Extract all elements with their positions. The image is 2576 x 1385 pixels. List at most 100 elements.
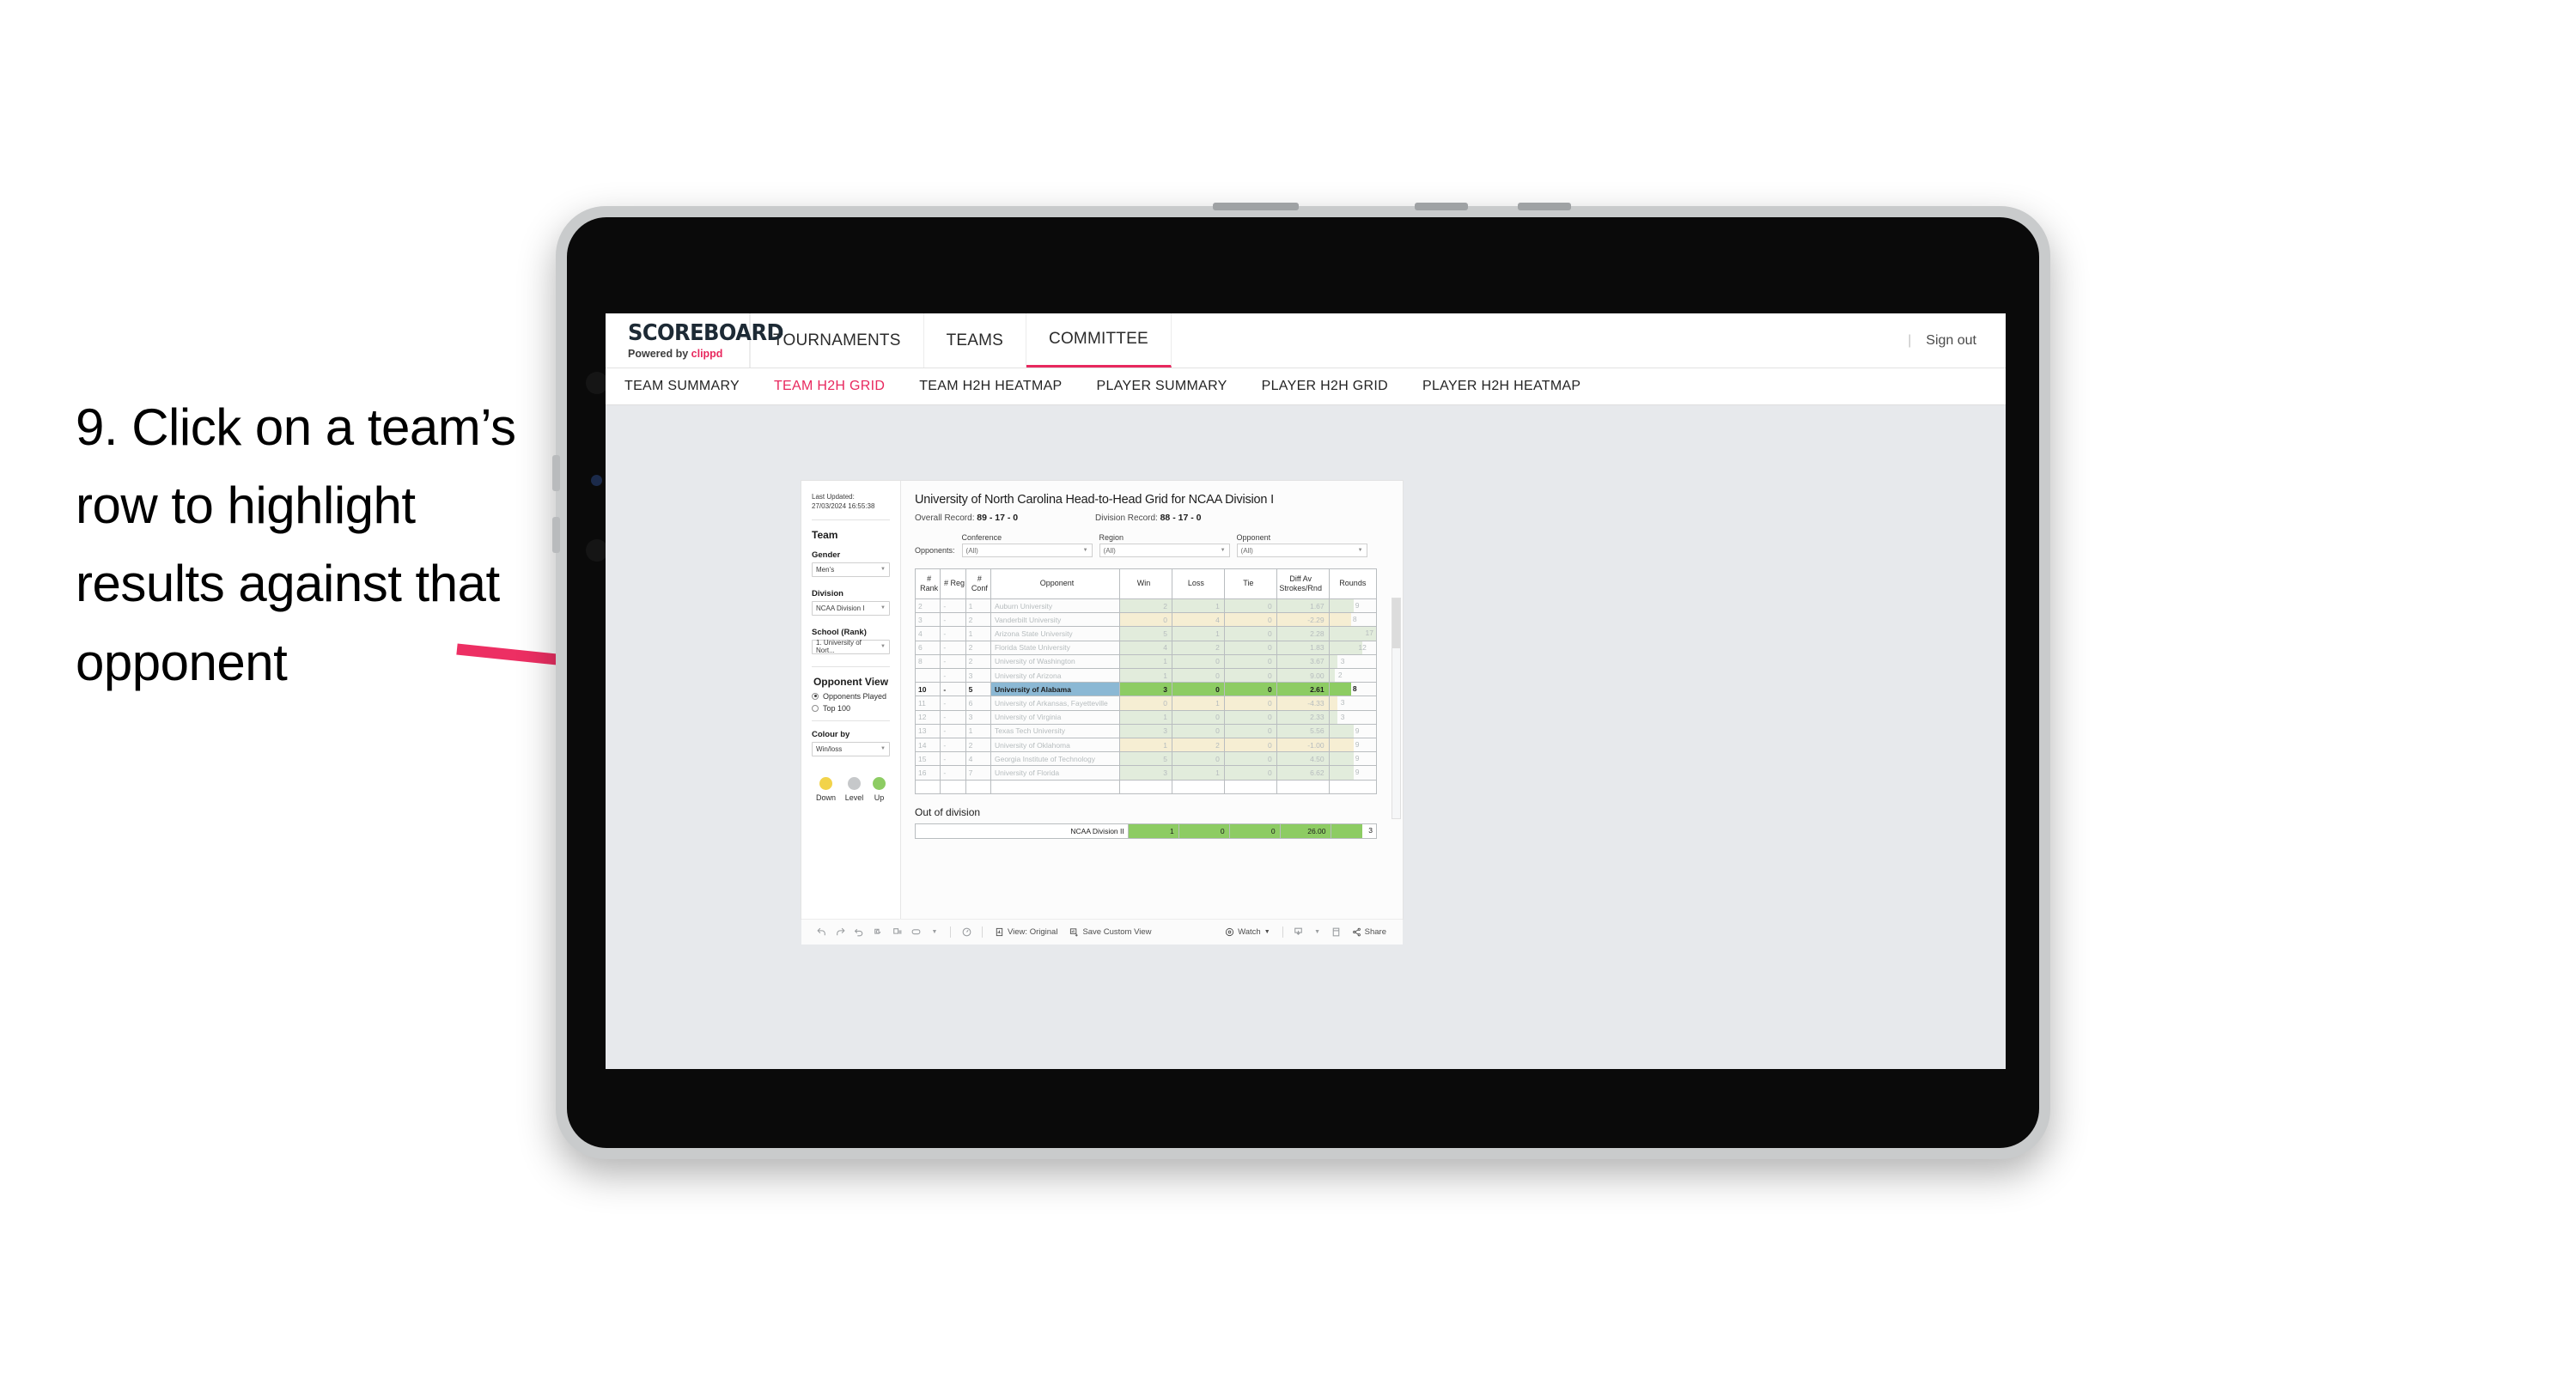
gender-select[interactable]: Men’s ▼ xyxy=(812,562,890,577)
undo-icon[interactable] xyxy=(812,923,831,942)
legend-down-label: Down xyxy=(816,793,837,802)
colour-by-select[interactable]: Win/loss ▼ xyxy=(812,741,890,756)
opponents-label: Opponents: xyxy=(915,546,955,555)
table-row[interactable]: 13-1 Texas Tech University 3 0 0 5.56 9 xyxy=(914,723,1378,739)
watch-button[interactable]: Watch ▼ xyxy=(1219,927,1276,937)
speed-icon[interactable] xyxy=(957,923,976,942)
radio-top-100[interactable]: Top 100 xyxy=(812,704,890,713)
cell-loss: 1 xyxy=(1171,696,1225,711)
divider xyxy=(812,665,890,667)
table-row[interactable]: 11-6 University of Arkansas, Fayetteville… xyxy=(914,696,1378,711)
rounds-value: 9 xyxy=(1355,768,1360,777)
legend-up-label: Up xyxy=(874,793,885,802)
subnav-player-h2h-heatmap[interactable]: PLAYER H2H HEATMAP xyxy=(1422,379,1580,394)
tablet-screen: SCOREBOARD Powered by clippd TOURNAMENTS… xyxy=(606,313,2006,1069)
redo-icon[interactable] xyxy=(831,923,850,942)
cell-tie: 0 xyxy=(1223,738,1277,753)
tablet-bezel: SCOREBOARD Powered by clippd TOURNAMENTS… xyxy=(567,217,2039,1148)
table-row[interactable]: 15-4 Georgia Institute of Technology 5 0 0 4.… xyxy=(914,751,1378,767)
table-row[interactable]: 2-1 Auburn University 2 1 0 1.67 9 xyxy=(914,598,1378,614)
conference-value: (All) xyxy=(965,546,978,555)
cell-loss: 0 xyxy=(1171,668,1225,683)
table-row[interactable]: 12-3 University of Virginia 1 0 0 2.33 3 xyxy=(914,709,1378,725)
tab-teams[interactable]: TEAMS xyxy=(924,313,1027,368)
col-tie[interactable]: Tie xyxy=(1223,568,1277,599)
table-row[interactable]: 3-2 Vanderbilt University 0 4 0 -2.29 8 xyxy=(914,612,1378,628)
school-label: School (Rank) xyxy=(812,627,867,637)
division-select[interactable]: NCAA Division I ▼ xyxy=(812,600,890,616)
col-rounds[interactable]: Rounds xyxy=(1328,568,1378,599)
dashboard-card: Last Updated: 27/03/2024 16:55:38 Team G… xyxy=(801,481,1403,919)
cell-opponent: University of Arizona xyxy=(990,668,1121,683)
col-loss[interactable]: Loss xyxy=(1171,568,1225,599)
cell-loss: 0 xyxy=(1171,653,1225,670)
grid-vertical-scrollbar[interactable] xyxy=(1392,598,1401,819)
table-row[interactable]: 6-2 Florida State University 4 2 0 1.83 12 xyxy=(914,640,1378,655)
cell-tie: 0 xyxy=(1223,709,1277,725)
table-row xyxy=(914,779,1378,794)
cell-rank: 14 xyxy=(914,738,941,753)
col-opponent[interactable]: Opponent xyxy=(990,568,1121,599)
col-win[interactable]: Win xyxy=(1119,568,1172,599)
table-row[interactable]: 16-7 University of Florida 3 1 0 6.62 9 xyxy=(914,765,1378,781)
save-custom-view-button[interactable]: Save Custom View xyxy=(1063,927,1157,937)
conference-select[interactable]: (All) ▼ xyxy=(961,544,1093,557)
opponent-filters: Opponents: Conference (All) ▼ Region (Al… xyxy=(915,533,1389,557)
school-select[interactable]: 1. University of Nort... ▼ xyxy=(812,639,890,654)
opponent-select[interactable]: (All) ▼ xyxy=(1236,544,1367,557)
table-row[interactable]: 8-2 University of Washington 1 0 0 3.67 3 xyxy=(914,653,1378,670)
dropdown-caret-icon[interactable]: ▼ xyxy=(925,923,944,942)
table-row[interactable]: 10-5 University of Alabama 3 0 0 2.61 8 xyxy=(914,682,1378,697)
cell-opponent: University of Washington xyxy=(990,653,1121,670)
view-original-button[interactable]: View: Original xyxy=(989,927,1063,937)
cell-tie: 0 xyxy=(1223,682,1277,697)
tablet-frame: SCOREBOARD Powered by clippd TOURNAMENTS… xyxy=(552,203,2050,1159)
tablet-volume-down-button xyxy=(552,517,560,553)
subnav-team-h2h-heatmap[interactable]: TEAM H2H HEATMAP xyxy=(919,379,1062,394)
table-row[interactable]: -3 University of Arizona 1 0 0 9.00 2 xyxy=(914,668,1378,683)
share-button[interactable]: Share xyxy=(1346,927,1392,937)
cell-reg: - xyxy=(940,765,966,781)
cell-opponent: Texas Tech University xyxy=(990,723,1121,739)
table-row[interactable]: NCAA Division II 1 0 0 26.00 3 xyxy=(915,823,1377,839)
col-diff[interactable]: Diff Av Strokes/Rnd xyxy=(1276,568,1330,599)
radio-opponents-played[interactable]: Opponents Played xyxy=(812,692,890,701)
dashboard-workspace: Last Updated: 27/03/2024 16:55:38 Team G… xyxy=(606,405,2006,1069)
save-view-icon xyxy=(1070,928,1079,937)
rectangle-select-icon[interactable] xyxy=(906,923,925,942)
revert-icon[interactable] xyxy=(850,923,868,942)
table-row[interactable]: 14-2 University of Oklahoma 1 2 0 -1.00 9 xyxy=(914,738,1378,753)
cell-diff: 1.83 xyxy=(1276,640,1330,655)
col-conf[interactable]: # Conf xyxy=(965,568,991,599)
opponent-value: (All) xyxy=(1240,546,1253,555)
gender-label: Gender xyxy=(812,550,841,560)
cell-rank: 10 xyxy=(914,682,941,697)
pause-icon[interactable] xyxy=(887,923,906,942)
opponent-filter: Opponent (All) ▼ xyxy=(1236,533,1367,557)
col-rank[interactable]: # Rank xyxy=(914,568,941,599)
subnav-player-summary[interactable]: PLAYER SUMMARY xyxy=(1097,379,1227,394)
toolbar-divider xyxy=(950,926,951,938)
subnav-team-h2h-grid[interactable]: TEAM H2H GRID xyxy=(774,379,885,394)
subnav-team-summary[interactable]: TEAM SUMMARY xyxy=(624,379,740,394)
fullscreen-icon[interactable] xyxy=(1327,923,1346,942)
cell-rounds: 17 xyxy=(1328,626,1378,641)
col-reg[interactable]: # Reg xyxy=(940,568,966,599)
chevron-down-icon: ▼ xyxy=(1357,548,1363,553)
refresh-icon[interactable] xyxy=(868,923,887,942)
h2h-grid-table: # Rank # Reg # Conf Opponent Win Loss Ti… xyxy=(914,568,1378,794)
table-row[interactable]: 4-1 Arizona State University 5 1 0 2.28 17 xyxy=(914,626,1378,641)
out-of-division-table: NCAA Division II 1 0 0 26.00 3 xyxy=(915,823,1377,839)
chevron-down-icon: ▼ xyxy=(1220,548,1226,553)
tab-committee[interactable]: COMMITTEE xyxy=(1026,313,1172,368)
region-select[interactable]: (All) ▼ xyxy=(1099,544,1230,557)
grid-scroll-thumb[interactable] xyxy=(1392,598,1400,648)
cell-conf: 4 xyxy=(965,751,991,767)
download-icon[interactable] xyxy=(1289,923,1308,942)
subnav-player-h2h-grid[interactable]: PLAYER H2H GRID xyxy=(1262,379,1388,394)
sign-out-link[interactable]: Sign out xyxy=(1926,333,1976,349)
cell-loss: 1 xyxy=(1171,598,1225,614)
dropdown-caret-icon[interactable]: ▼ xyxy=(1308,923,1327,942)
cell-tie: 0 xyxy=(1223,626,1277,641)
cell-rounds: 9 xyxy=(1328,751,1378,767)
